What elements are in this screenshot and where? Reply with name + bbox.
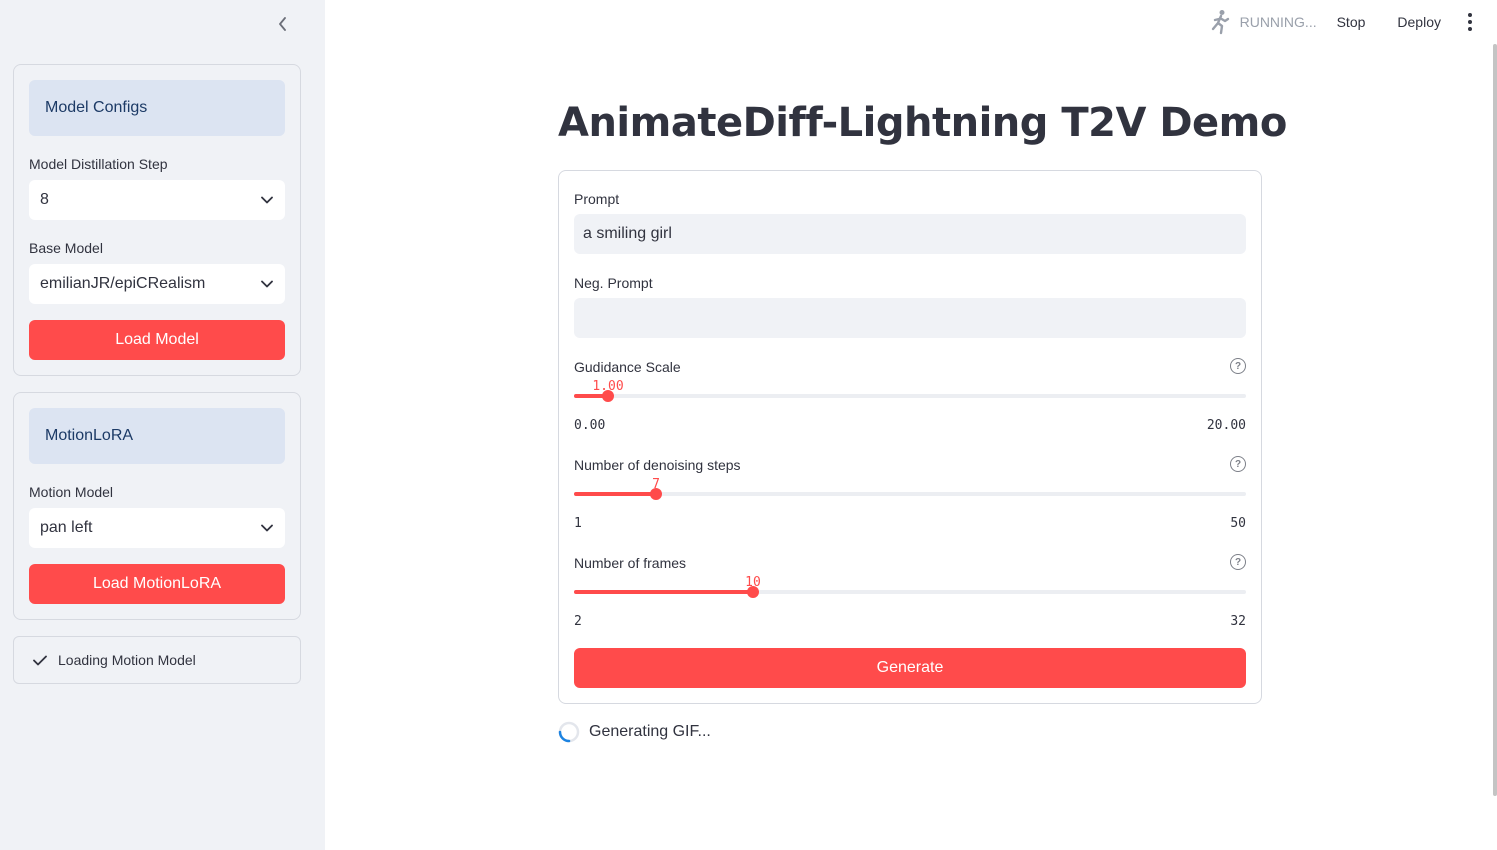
main-menu-icon[interactable] [1465,12,1475,33]
slider-track[interactable] [574,394,1246,398]
prompt-label: Prompt [574,191,620,207]
generating-status-text: Generating GIF... [589,723,711,740]
model-configs-header: Model Configs [29,80,285,136]
slider-min: 0.00 [574,418,606,433]
denoising-steps-slider[interactable]: 7 1 50 [574,477,1246,537]
running-person-icon [1211,10,1229,35]
check-icon [33,655,47,666]
scrollbar[interactable] [1493,44,1497,796]
collapse-sidebar-button[interactable] [271,12,295,36]
running-indicator: RUNNING... [1210,9,1317,35]
distillation-step-select[interactable]: 8 [29,180,285,220]
distillation-step-label: Model Distillation Step [29,156,168,172]
guidance-scale-label: Gudidance Scale [574,359,681,375]
neg-prompt-input[interactable] [574,298,1246,338]
base-model-value: emilianJR/epiCRealism [40,275,206,292]
denoising-steps-label: Number of denoising steps [574,457,741,473]
guidance-scale-slider[interactable]: 1.00 0.00 20.00 [574,379,1246,439]
stop-button[interactable]: Stop [1337,14,1366,30]
deploy-button[interactable]: Deploy [1397,14,1441,30]
slider-min: 2 [574,614,582,629]
motion-lora-header: MotionLoRA [29,408,285,464]
generating-status: Generating GIF... [558,720,711,744]
motion-model-select[interactable]: pan left [29,508,285,548]
generation-form: Prompt Neg. Prompt Gudidance Scale ? 1.0… [558,170,1262,704]
help-icon[interactable]: ? [1230,456,1246,472]
neg-prompt-label: Neg. Prompt [574,275,653,291]
loading-status-text: Loading Motion Model [58,652,196,668]
load-model-button[interactable]: Load Model [29,320,285,360]
page-title: AnimateDiff-Lightning T2V Demo [558,100,1287,146]
slider-thumb[interactable] [650,488,662,500]
toolbar: RUNNING... Stop Deploy [1210,8,1475,36]
slider-fill [574,590,753,594]
loading-status: Loading Motion Model [13,636,301,684]
slider-max: 50 [1230,516,1246,531]
slider-max: 20.00 [1206,418,1246,433]
slider-fill [574,492,656,496]
frames-label: Number of frames [574,555,687,571]
chevron-left-icon [279,17,286,31]
help-icon[interactable]: ? [1230,358,1246,374]
chevron-down-icon [261,280,273,288]
motion-model-value: pan left [40,519,93,536]
spinner-icon [558,721,580,743]
slider-min: 1 [574,516,582,531]
generate-button[interactable]: Generate [574,648,1246,688]
help-icon[interactable]: ? [1230,554,1246,570]
prompt-input[interactable] [574,214,1246,254]
slider-track[interactable] [574,492,1246,496]
app-root: Model Configs Model Distillation Step 8 … [0,0,1497,850]
chevron-down-icon [261,524,273,532]
distillation-step-value: 8 [40,191,49,208]
slider-thumb[interactable] [602,390,614,402]
load-motionlora-button[interactable]: Load MotionLoRA [29,564,285,604]
model-configs-card: Model Configs Model Distillation Step 8 … [13,64,301,376]
frames-slider[interactable]: 10 2 32 [574,575,1246,635]
motion-lora-card: MotionLoRA Motion Model pan left Load Mo… [13,392,301,620]
base-model-label: Base Model [29,240,103,256]
chevron-down-icon [261,196,273,204]
slider-thumb[interactable] [747,586,759,598]
base-model-select[interactable]: emilianJR/epiCRealism [29,264,285,304]
sidebar: Model Configs Model Distillation Step 8 … [0,0,325,850]
running-status-text: RUNNING... [1239,14,1317,30]
motion-model-label: Motion Model [29,484,114,500]
slider-max: 32 [1230,614,1246,629]
